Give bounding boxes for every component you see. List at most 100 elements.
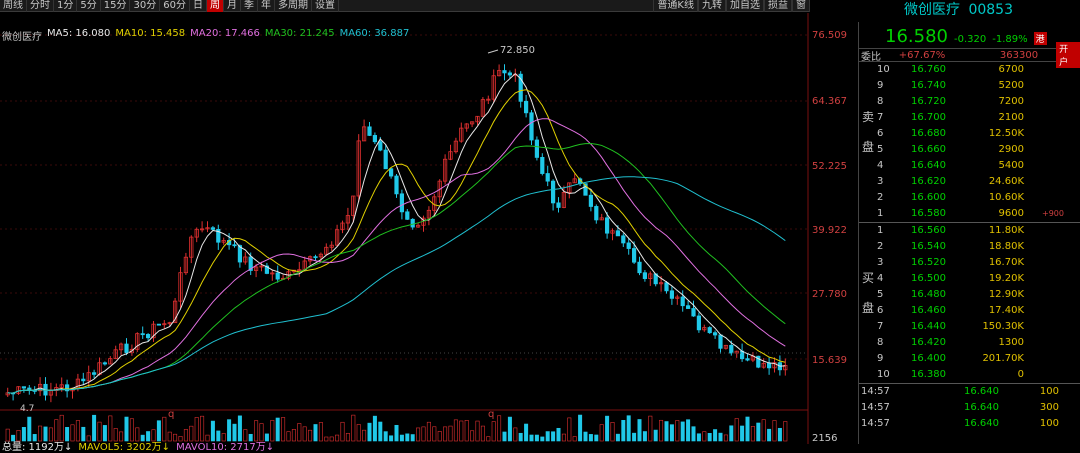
toolbar-right-button[interactable]: 加自选 bbox=[726, 0, 764, 12]
volume-bar bbox=[345, 433, 350, 442]
bid-row[interactable]: 1 16.560 11.80K bbox=[859, 223, 1080, 239]
volume-bar bbox=[491, 421, 496, 442]
volume-legend-item: MAVOL10: 2717万↓ bbox=[176, 442, 275, 453]
tab-period[interactable]: 1分 bbox=[54, 0, 78, 12]
candle-body bbox=[81, 378, 86, 382]
candle-body bbox=[529, 112, 534, 141]
candle-body bbox=[156, 323, 161, 326]
low-marker: 4.7 bbox=[20, 404, 34, 414]
volume-bar bbox=[416, 427, 421, 442]
ask-row[interactable]: 8 16.720 7200 bbox=[859, 94, 1080, 110]
y-axis-label: 52.225 bbox=[812, 161, 847, 172]
candle-body bbox=[502, 70, 507, 74]
ask-change bbox=[1024, 62, 1064, 78]
volume-legend-item: 总量: 1192万↓ bbox=[2, 442, 73, 453]
tab-period[interactable]: 15分 bbox=[101, 0, 131, 12]
candle-body bbox=[102, 362, 107, 365]
ask-row[interactable]: 9 16.740 5200 bbox=[859, 78, 1080, 94]
volume-bar bbox=[367, 422, 372, 442]
volume-bar bbox=[615, 433, 620, 442]
ask-change bbox=[1024, 78, 1064, 94]
bid-row[interactable]: 5 16.480 12.90K bbox=[859, 287, 1080, 303]
candle-body bbox=[707, 327, 712, 334]
candle-body bbox=[767, 362, 772, 369]
volume-bar bbox=[437, 431, 442, 442]
bid-row[interactable]: 2 16.540 18.80K bbox=[859, 239, 1080, 255]
ask-row[interactable]: 5 16.660 2900 bbox=[859, 142, 1080, 158]
tab-period[interactable]: 月 bbox=[224, 0, 241, 12]
tab-period[interactable]: 多周期 bbox=[275, 0, 312, 12]
tab-period[interactable]: 周线 bbox=[0, 0, 27, 12]
order-ratio-pct: +67.67% bbox=[898, 49, 946, 61]
tab-period[interactable]: 60分 bbox=[160, 0, 190, 12]
ask-change: +900 bbox=[1042, 209, 1064, 218]
ask-price: 16.640 bbox=[911, 160, 946, 171]
volume-bar bbox=[470, 430, 475, 442]
volume-bar bbox=[297, 423, 302, 442]
toolbar-right-button[interactable]: 普通K线 bbox=[653, 0, 698, 12]
y-axis-label: 15.639 bbox=[812, 355, 847, 366]
volume-bar bbox=[740, 425, 745, 442]
candle-body bbox=[372, 135, 378, 143]
ask-row[interactable]: 10 16.760 6700 bbox=[859, 62, 1080, 78]
tab-period[interactable]: 日 bbox=[190, 0, 207, 12]
ask-row[interactable]: 6 16.680 12.50K bbox=[859, 126, 1080, 142]
price-change: -0.320 bbox=[953, 34, 987, 45]
volume-bar bbox=[399, 434, 404, 442]
bid-row[interactable]: 8 16.420 1300 bbox=[859, 335, 1080, 351]
tab-period[interactable]: 季 bbox=[241, 0, 258, 12]
tab-period[interactable]: 5分 bbox=[77, 0, 101, 12]
toolbar-right-button[interactable]: 窗 bbox=[792, 0, 810, 12]
bid-row[interactable]: 3 16.520 16.70K bbox=[859, 255, 1080, 271]
quote-panel: 16.580 -0.320 -1.89% 港 委比 +67.67% 363300… bbox=[858, 22, 1080, 444]
volume-bar bbox=[480, 425, 485, 442]
volume-bar bbox=[275, 417, 280, 442]
bid-row[interactable]: 6 16.460 17.40K bbox=[859, 303, 1080, 319]
tab-period[interactable]: 周 bbox=[206, 0, 224, 12]
volume-bar bbox=[513, 427, 518, 442]
candle-body bbox=[275, 272, 280, 280]
bid-row[interactable]: 9 16.400 201.70K bbox=[859, 351, 1080, 367]
bid-row[interactable]: 7 16.440 150.30K bbox=[859, 319, 1080, 335]
volume-bar bbox=[783, 421, 788, 442]
chart-area[interactable]: 72.850 4.7 q q 微创医疗 MA5: 16.080 MA10: 15.458… bbox=[0, 13, 858, 453]
ask-level: 3 bbox=[877, 176, 884, 187]
ask-price: 16.620 bbox=[911, 176, 946, 187]
ask-row[interactable]: 1 16.580 9600 +900 bbox=[859, 206, 1080, 222]
candle-body bbox=[615, 230, 621, 237]
tab-period[interactable]: 30分 bbox=[130, 0, 161, 12]
volume-bar bbox=[308, 429, 313, 442]
volume-bar bbox=[680, 421, 685, 442]
candle-body bbox=[124, 343, 129, 354]
candle-body bbox=[540, 156, 545, 174]
bid-level: 1 bbox=[877, 225, 884, 236]
trade-volume: 100 bbox=[1039, 386, 1059, 397]
volume-bar bbox=[745, 416, 750, 442]
bid-qty: 19.20K bbox=[988, 273, 1024, 284]
tab-period[interactable]: 年 bbox=[258, 0, 275, 12]
toolbar-right-button[interactable]: 九转 bbox=[698, 0, 726, 12]
volume-bar bbox=[340, 421, 345, 442]
volume-bar bbox=[767, 428, 772, 442]
volume-bar bbox=[453, 419, 458, 442]
tab-period[interactable]: 分时 bbox=[27, 0, 54, 12]
tab-period[interactable]: 设置 bbox=[312, 0, 339, 12]
bid-row[interactable]: 10 16.380 0 bbox=[859, 367, 1080, 383]
volume-bar bbox=[540, 436, 545, 442]
ask-row[interactable]: 2 16.600 10.60K bbox=[859, 190, 1080, 206]
ma10-line bbox=[7, 89, 786, 394]
bid-price: 16.400 bbox=[911, 353, 946, 364]
bid-row[interactable]: 4 16.500 19.20K bbox=[859, 271, 1080, 287]
bid-price: 16.440 bbox=[911, 321, 946, 332]
candlestick-chart[interactable]: 72.850 4.7 q q bbox=[0, 13, 858, 444]
buy-side-label: 买 盘 bbox=[862, 271, 875, 315]
hk-badge: 港 bbox=[1033, 32, 1047, 45]
toolbar-right-button[interactable]: 损益 bbox=[764, 0, 792, 12]
ask-qty: 10.60K bbox=[988, 192, 1024, 203]
volume-bar bbox=[302, 426, 307, 442]
ask-row[interactable]: 4 16.640 5400 bbox=[859, 158, 1080, 174]
volume-bar bbox=[324, 436, 329, 442]
candle-body bbox=[605, 217, 610, 234]
ask-row[interactable]: 3 16.620 24.60K bbox=[859, 174, 1080, 190]
ask-row[interactable]: 7 16.700 2100 bbox=[859, 110, 1080, 126]
